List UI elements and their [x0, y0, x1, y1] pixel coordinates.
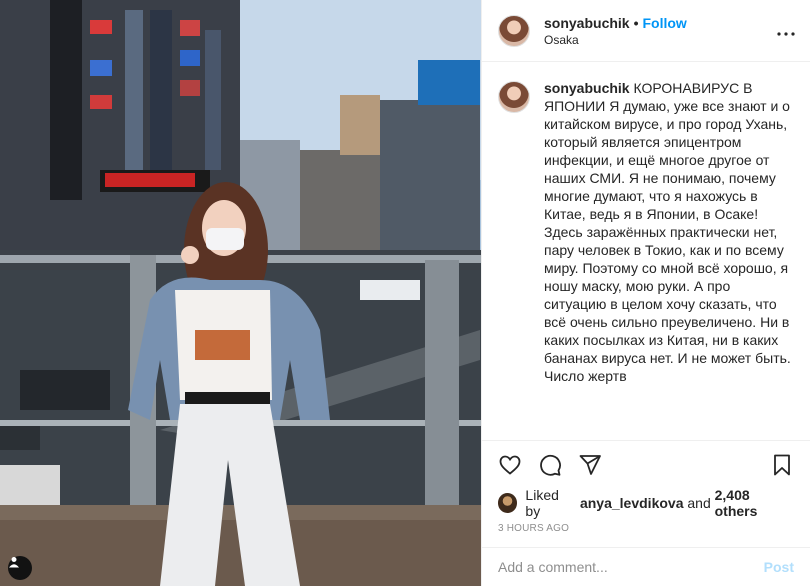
- caption-username[interactable]: sonyabuchik: [544, 80, 630, 96]
- user-tag-button[interactable]: [8, 556, 32, 580]
- more-options-button[interactable]: [774, 20, 798, 44]
- author-avatar[interactable]: [498, 14, 530, 47]
- caption-text: КОРОНАВИРУС В ЯПОНИИ Я думаю, уже все зн…: [544, 80, 791, 384]
- follow-button[interactable]: Follow: [643, 15, 687, 31]
- share-icon: [578, 453, 602, 482]
- likes-others-link[interactable]: 2,408 others: [715, 487, 794, 519]
- add-comment-bar: Post: [482, 547, 810, 586]
- post-comment-button[interactable]: Post: [764, 559, 794, 575]
- caption: sonyabuchik КОРОНАВИРУС В ЯПОНИИ Я думаю…: [498, 79, 794, 385]
- header-separator: •: [633, 14, 639, 31]
- comment-button[interactable]: [530, 447, 570, 487]
- author-username[interactable]: sonyabuchik: [544, 15, 630, 31]
- comment-icon: [538, 453, 562, 482]
- share-button[interactable]: [570, 447, 610, 487]
- post-header: sonyabuchik • Follow Osaka: [482, 0, 810, 62]
- heart-icon: [498, 453, 522, 482]
- likes-summary: Liked by anya_levdikova and 2,408 others: [498, 487, 794, 519]
- post-location[interactable]: Osaka: [544, 33, 687, 47]
- likes-prefix: Liked by: [525, 487, 559, 519]
- post-side-panel: sonyabuchik • Follow Osaka sonyabuchik К…: [481, 0, 810, 586]
- like-button[interactable]: [490, 447, 530, 487]
- more-options-icon: [777, 23, 795, 41]
- post-actions: Liked by anya_levdikova and 2,408 others…: [482, 440, 810, 534]
- comments-section[interactable]: sonyabuchik КОРОНАВИРУС В ЯПОНИИ Я думаю…: [482, 63, 810, 440]
- caption-avatar[interactable]: [498, 81, 530, 113]
- liker-avatar[interactable]: [498, 493, 518, 513]
- street-scene-image: [0, 0, 481, 586]
- bookmark-icon: [770, 453, 794, 482]
- save-button[interactable]: [762, 447, 802, 487]
- comment-input[interactable]: [498, 559, 764, 575]
- liker-username[interactable]: anya_levdikova: [580, 495, 684, 511]
- likes-conjunction: and: [687, 495, 711, 511]
- post-photo[interactable]: [0, 0, 481, 586]
- post-timestamp[interactable]: 3 HOURS AGO: [498, 523, 794, 534]
